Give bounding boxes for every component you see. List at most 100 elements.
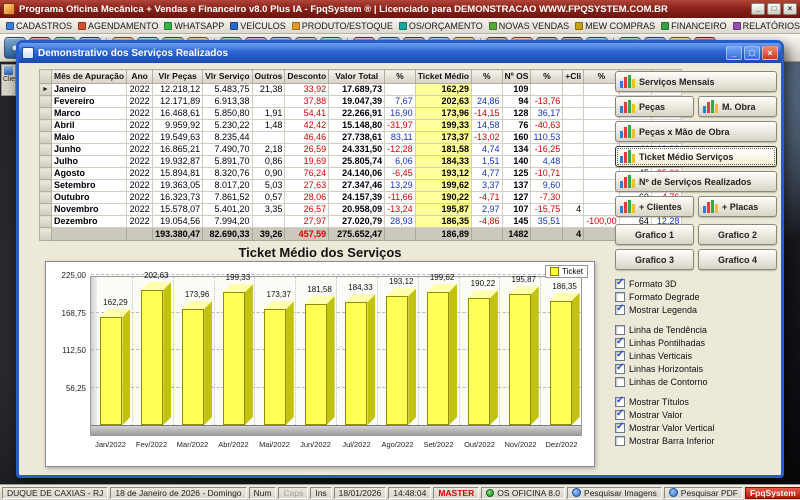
cell-pct_total: -13,24 [385,204,416,216]
menu-item-os-or-amento[interactable]: OS/ORÇAMENTO [396,21,486,31]
checkbox-box[interactable] [615,292,625,302]
total-ticket: 186,89 [415,228,471,241]
cell-pct_nos [531,84,563,96]
chart-bar: 202,63 [141,282,171,425]
menu-item-relat-rios[interactable]: RELATÓRIOS [730,21,800,31]
checkbox-formato-3d[interactable]: Formato 3D [615,277,777,290]
checkbox-box[interactable] [615,436,625,446]
checkbox-mostrar-t-tulos[interactable]: Mostrar Títulos [615,395,777,408]
checkbox-box[interactable] [615,410,625,420]
mini-chart-icon [620,100,635,113]
chart-button-clientes[interactable]: + Clientes [615,196,694,217]
checkbox-mostrar-legenda[interactable]: Mostrar Legenda [615,303,777,316]
table-row[interactable]: Marco202216.468,615.850,801,9154,4122.26… [40,108,682,120]
chart-button-pe-as-x-m-o-de-obra[interactable]: Peças x Mão de Obra [615,121,777,142]
menu-item-whatsapp[interactable]: WHATSAPP [161,21,227,31]
app-maximize-button[interactable]: □ [767,3,781,15]
chart-button-placas[interactable]: + Placas [698,196,777,217]
chart-button-ticket-m-dio-servi-os[interactable]: Ticket Médio Serviços [615,146,777,167]
row-selector [40,132,52,144]
chart-button-servi-os-mensais[interactable]: Serviços Mensais [615,71,777,92]
status-caps: Caps [278,487,308,499]
table-row[interactable]: Novembro202215.578,075.401,203,3526,5720… [40,204,682,216]
window-minimize-button[interactable]: _ [726,46,742,60]
cell-mes: Setembro [52,180,127,192]
chart-button-n-de-servi-os-realizados[interactable]: Nº de Serviços Realizados [615,171,777,192]
status-fpqsystem[interactable]: FpqSystem [745,487,800,499]
table-row[interactable]: Fevereiro202212.171,896.913,3837,8819.04… [40,96,682,108]
table-row[interactable]: Dezembro202219.054,567.994,2027,9727.020… [40,216,682,228]
button-grafico-1[interactable]: Grafico 1 [615,224,694,245]
table-row[interactable]: Julho202219.932,875.891,700,8619,6925.80… [40,156,682,168]
cell-ano: 2022 [127,204,153,216]
menu-item-mew-compras[interactable]: MEW COMPRAS [572,21,658,31]
checkbox-box[interactable] [615,325,625,335]
cell-cli [563,156,584,168]
cell-pct_total: -12,28 [385,144,416,156]
status-pesquisar-pdf[interactable]: Pesquisar PDF [664,487,743,499]
app-title: Programa Oficina Mecânica + Vendas e Fin… [19,4,747,15]
checkbox-linha-de-tend-ncia[interactable]: Linha de Tendência [615,323,777,336]
checkbox-box[interactable] [615,351,625,361]
checkbox-box[interactable] [615,338,625,348]
cell-pct_nos: -7,30 [531,192,563,204]
cell-desconto: 27,97 [285,216,329,228]
table-row[interactable]: Abril20229.959,925.230,221,4842,4215.148… [40,120,682,132]
button-grafico-2[interactable]: Grafico 2 [698,224,777,245]
button-grafico-4[interactable]: Grafico 4 [698,249,777,270]
cell-ticket: 195,87 [415,204,471,216]
x-axis-label: Nov/2022 [500,440,541,449]
cell-pct_cli [584,96,620,108]
menu-item-financeiro[interactable]: FINANCEIRO [658,21,730,31]
menu-item-agendamento[interactable]: AGENDAMENTO [75,21,161,31]
checkbox-linhas-pontilhadas[interactable]: Linhas Pontilhadas [615,336,777,349]
cell-vlr_pecas: 15.894,81 [153,168,203,180]
menu-item-produto-estoque[interactable]: PRODUTO/ESTOQUE [289,21,396,31]
window-maximize-button[interactable]: □ [744,46,760,60]
column-header-valor-total-6: Valor Total [329,70,385,84]
cell-pct_cli [584,204,620,216]
menu-item-novas-vendas[interactable]: NOVAS VENDAS [486,21,572,31]
cell-pct_nos: 110,53 [531,132,563,144]
checkbox-box[interactable] [615,305,625,315]
status-pesquisar-imagens[interactable]: Pesquisar Imagens [567,487,662,499]
checkbox-box[interactable] [615,279,625,289]
table-row[interactable]: Outubro202216.323,737.861,520,5728,0624.… [40,192,682,204]
chart-button-m-obra[interactable]: M. Obra [698,96,777,117]
button-grafico-3[interactable]: Grafico 3 [615,249,694,270]
chart-button-pe-as[interactable]: Peças [615,96,694,117]
checkbox-linhas-verticais[interactable]: Linhas Verticais [615,349,777,362]
chart-bar: 195,87 [509,286,539,425]
cell-pct_total: 83,11 [385,132,416,144]
table-row[interactable]: Setembro202219.363,058.017,205,0327,6327… [40,180,682,192]
checkbox-box[interactable] [615,397,625,407]
table-row[interactable]: Junho202216.865,217.490,702,1826,5924.33… [40,144,682,156]
cell-valor_total: 19.047,39 [329,96,385,108]
checkbox-mostrar-valor-vertical[interactable]: Mostrar Valor Vertical [615,421,777,434]
table-row[interactable]: Agosto202215.894,818.320,760,9076,2424.1… [40,168,682,180]
menu-item-ve-culos[interactable]: VEÍCULOS [227,21,289,31]
app-minimize-button[interactable]: _ [751,3,765,15]
cell-mes: Dezembro [52,216,127,228]
cell-desconto: 19,69 [285,156,329,168]
cell-pct_cli [584,168,620,180]
checkbox-linhas-de-contorno[interactable]: Linhas de Contorno [615,375,777,388]
menu-item-cadastros[interactable]: CADASTROS [3,21,75,31]
checkbox-box[interactable] [615,364,625,374]
checkbox-linhas-horizontais[interactable]: Linhas Horizontais [615,362,777,375]
chart-bar: 184,33 [345,294,375,425]
checkbox-box[interactable] [615,377,625,387]
y-axis-label: 56,25 [48,384,86,393]
app-close-button[interactable]: × [783,3,797,15]
table-row[interactable]: Maio202219.549,638.235,4446,4627.738,618… [40,132,682,144]
column-header-desconto-5: Desconto [285,70,329,84]
checkbox-box[interactable] [615,423,625,433]
table-row[interactable]: ►Janeiro202212.218,125.483,7521,3833,921… [40,84,682,96]
cell-pct_nos: -40,63 [531,120,563,132]
window-close-button[interactable]: × [762,46,778,60]
checkbox-mostrar-barra-inferior[interactable]: Mostrar Barra Inferior [615,434,777,447]
checkbox-mostrar-valor[interactable]: Mostrar Valor [615,408,777,421]
window-title-bar[interactable]: Demonstrativo dos Serviços Realizados _ … [19,43,781,63]
checkbox-formato-degrade[interactable]: Formato Degrade [615,290,777,303]
cell-pct_ticket [472,84,503,96]
